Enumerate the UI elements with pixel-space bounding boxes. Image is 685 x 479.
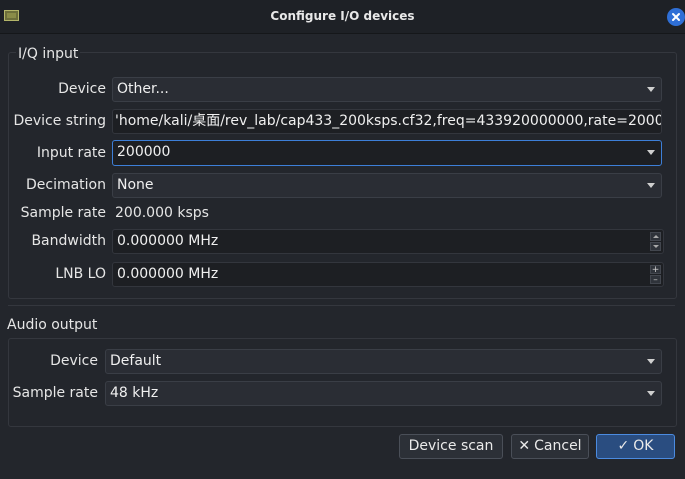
lnb-lo-value: 0.000000 MHz [117, 266, 219, 282]
chevron-down-icon [647, 359, 655, 364]
chevron-down-icon [647, 391, 655, 396]
audio-device-label: Device [50, 353, 98, 369]
lnb-spin-buttons[interactable]: + – [650, 265, 661, 285]
ok-button[interactable]: ✓ OK [596, 434, 675, 459]
decimation-combo[interactable]: None [112, 173, 662, 198]
chevron-down-icon [647, 87, 655, 92]
chevron-down-icon [647, 183, 655, 188]
audio-sample-rate-label: Sample rate [12, 385, 98, 401]
audio-device-value: Default [110, 353, 162, 369]
plus-icon[interactable]: + [650, 265, 661, 275]
cancel-icon: ✕ [518, 438, 531, 454]
input-rate-combo[interactable]: 200000 [112, 140, 662, 166]
cancel-label: Cancel [534, 438, 582, 454]
bandwidth-label: Bandwidth [31, 233, 106, 249]
decimation-label: Decimation [25, 177, 106, 193]
device-string-label: Device string [13, 113, 106, 129]
close-button[interactable] [667, 8, 685, 26]
device-scan-label: Device scan [408, 438, 494, 454]
chevron-down-icon [647, 150, 655, 155]
input-rate-value: 200000 [117, 144, 171, 160]
iq-device-label: Device [58, 81, 106, 97]
device-string-input[interactable]: 'home/kali/桌面/rev_lab/cap433_200ksps.cf3… [112, 109, 662, 134]
iq-device-value: Other... [117, 81, 169, 97]
device-scan-button[interactable]: Device scan [399, 434, 503, 459]
audio-output-title: Audio output [7, 317, 98, 333]
iq-sample-rate-label: Sample rate [20, 205, 106, 221]
spin-down-icon[interactable] [650, 242, 661, 251]
audio-sample-rate-combo[interactable]: 48 kHz [105, 381, 662, 406]
title-bar: Configure I/O devices [0, 0, 685, 34]
group-divider [8, 305, 675, 306]
input-rate-label: Input rate [36, 145, 106, 161]
cancel-button[interactable]: ✕ Cancel [511, 434, 589, 459]
audio-sample-rate-value: 48 kHz [110, 385, 159, 401]
bandwidth-value: 0.000000 MHz [117, 233, 219, 249]
iq-device-combo[interactable]: Other... [112, 77, 662, 102]
check-icon: ✓ [617, 438, 630, 454]
iq-sample-rate-value: 200.000 ksps [115, 205, 209, 221]
close-icon [672, 13, 680, 21]
bandwidth-spin-buttons[interactable] [650, 232, 661, 251]
lnb-lo-label: LNB LO [55, 266, 106, 282]
minus-icon[interactable]: – [650, 275, 661, 285]
audio-device-combo[interactable]: Default [105, 349, 662, 374]
iq-input-title: I/Q input [16, 46, 81, 62]
bandwidth-spinbox[interactable]: 0.000000 MHz [112, 229, 664, 254]
lnb-lo-spinbox[interactable]: 0.000000 MHz + – [112, 262, 664, 287]
decimation-value: None [117, 177, 154, 193]
window-title: Configure I/O devices [270, 9, 415, 23]
spin-up-icon[interactable] [650, 232, 661, 241]
ok-label: OK [633, 438, 654, 454]
device-string-value: 'home/kali/桌面/rev_lab/cap433_200ksps.cf3… [115, 113, 662, 129]
